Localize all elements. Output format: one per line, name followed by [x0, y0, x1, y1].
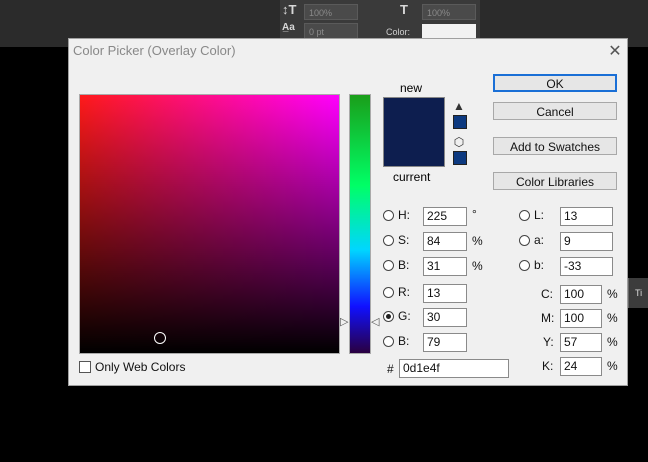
side-panel-tab[interactable]: Ti	[628, 278, 648, 308]
new-label: new	[400, 81, 423, 95]
current-label: current	[393, 170, 431, 184]
dialog-title: Color Picker (Overlay Color)	[73, 43, 236, 58]
c-field[interactable]: 100	[560, 285, 602, 304]
label-lab-b: b:	[534, 258, 545, 272]
horizontal-scale-icon: T	[400, 2, 408, 17]
label-h: H:	[398, 208, 410, 222]
color-field[interactable]	[79, 94, 340, 354]
y-field[interactable]: 57	[560, 333, 602, 352]
label-g: G:	[398, 309, 411, 323]
ok-button[interactable]: OK	[493, 74, 617, 92]
m-field[interactable]: 100	[560, 309, 602, 328]
baseline-shift-icon: A̲a	[282, 22, 295, 33]
horizontal-scale-field[interactable]: 100%	[422, 4, 476, 20]
only-web-colors-checkbox[interactable]	[79, 361, 91, 373]
web-safe-cube-icon[interactable]: ⬡	[452, 135, 466, 149]
new-current-swatch	[383, 97, 445, 167]
out-of-gamut-warning-icon[interactable]: ▲	[452, 99, 466, 113]
r-field[interactable]: 13	[423, 284, 467, 303]
hex-field[interactable]: 0d1e4f	[399, 359, 509, 378]
lab-b-field[interactable]: -33	[560, 257, 613, 276]
label-blue: B:	[398, 334, 410, 348]
label-a: a:	[534, 233, 545, 247]
add-to-swatches-button[interactable]: Add to Swatches	[493, 137, 617, 155]
label-y: Y:	[543, 335, 554, 349]
radio-a[interactable]	[519, 235, 530, 246]
radio-blue[interactable]	[383, 336, 394, 347]
l-field[interactable]: 13	[560, 207, 613, 226]
radio-l[interactable]	[519, 210, 530, 221]
blue-field[interactable]: 79	[423, 333, 467, 352]
label-m: M:	[541, 311, 555, 325]
radio-b[interactable]	[383, 260, 394, 271]
hue-slider[interactable]	[349, 94, 371, 354]
unit-y: %	[607, 335, 618, 349]
unit-s: %	[472, 234, 483, 248]
cancel-button[interactable]: Cancel	[493, 102, 617, 120]
baseline-shift-field[interactable]: 0 pt	[304, 23, 358, 39]
radio-s[interactable]	[383, 235, 394, 246]
radio-lab-b[interactable]	[519, 260, 530, 271]
unit-m: %	[607, 311, 618, 325]
unit-h: °	[472, 207, 477, 221]
hex-label: #	[387, 362, 394, 376]
radio-r[interactable]	[383, 287, 394, 298]
radio-h[interactable]	[383, 210, 394, 221]
only-web-colors-label[interactable]: Only Web Colors	[95, 360, 185, 374]
web-safe-color-swatch[interactable]	[453, 151, 467, 165]
a-field[interactable]: 9	[560, 232, 613, 251]
k-field[interactable]: 24	[560, 357, 602, 376]
vertical-scale-field[interactable]: 100%	[304, 4, 358, 20]
label-r: R:	[398, 285, 410, 299]
b-field[interactable]: 31	[423, 257, 467, 276]
vertical-scale-icon: ↕T	[282, 2, 297, 17]
unit-k: %	[607, 359, 618, 373]
g-field[interactable]: 30	[423, 308, 467, 327]
label-b: B:	[398, 258, 410, 272]
label-k: K:	[542, 359, 554, 373]
unit-b: %	[472, 259, 483, 273]
slider-left-arrow-icon[interactable]: ▷	[340, 315, 348, 328]
radio-g[interactable]	[383, 311, 394, 322]
close-icon[interactable]: ✕	[607, 41, 623, 61]
color-label: Color:	[386, 27, 411, 37]
unit-c: %	[607, 287, 618, 301]
color-libraries-button[interactable]: Color Libraries	[493, 172, 617, 190]
label-c: C:	[541, 287, 553, 301]
s-field[interactable]: 84	[423, 232, 467, 251]
slider-right-arrow-icon[interactable]: ◁	[371, 315, 379, 328]
h-field[interactable]: 225	[423, 207, 467, 226]
label-s: S:	[398, 233, 410, 247]
color-picker-dialog: Color Picker (Overlay Color) ✕ ▷ ◁ new c…	[68, 38, 628, 386]
color-field-marker[interactable]	[154, 332, 166, 344]
text-color-swatch[interactable]	[422, 24, 476, 38]
gamut-color-swatch[interactable]	[453, 115, 467, 129]
label-l: L:	[534, 208, 545, 222]
